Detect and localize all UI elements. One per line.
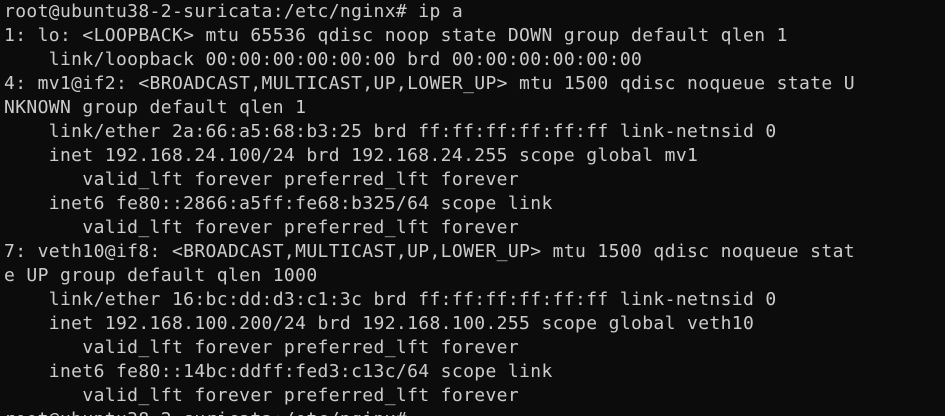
terminal-output[interactable]: root@ubuntu38-2-suricata:/etc/nginx# ip … [0,0,945,416]
terminal-line: 7: veth10@if8: <BROADCAST,MULTICAST,UP,L… [4,241,855,262]
terminal-line: inet 192.168.24.100/24 brd 192.168.24.25… [4,145,699,166]
terminal-line: 1: lo: <LOOPBACK> mtu 65536 qdisc noop s… [4,25,788,46]
terminal-line: inet6 fe80::14bc:ddff:fed3:c13c/64 scope… [4,361,553,382]
terminal-line: 4: mv1@if2: <BROADCAST,MULTICAST,UP,LOWE… [4,73,855,94]
terminal-line: e UP group default qlen 1000 [4,265,318,286]
terminal-line: link/ether 16:bc:dd:d3:c1:3c brd ff:ff:f… [4,289,777,310]
terminal-line: link/loopback 00:00:00:00:00:00 brd 00:0… [4,49,643,70]
terminal-prompt: root@ubuntu38-2-suricata:/etc/nginx# [4,408,407,416]
terminal-line: link/ether 2a:66:a5:68:b3:25 brd ff:ff:f… [4,121,777,142]
terminal-line: valid_lft forever preferred_lft forever [4,169,520,190]
terminal-line: inet6 fe80::2866:a5ff:fe68:b325/64 scope… [4,193,553,214]
terminal-line: NKNOWN group default qlen 1 [4,97,307,118]
terminal-line: valid_lft forever preferred_lft forever [4,385,520,406]
terminal-line: valid_lft forever preferred_lft forever [4,217,520,238]
terminal-line: valid_lft forever preferred_lft forever [4,337,520,358]
terminal-line: inet 192.168.100.200/24 brd 192.168.100.… [4,313,755,334]
terminal-line: root@ubuntu38-2-suricata:/etc/nginx# ip … [4,1,464,22]
